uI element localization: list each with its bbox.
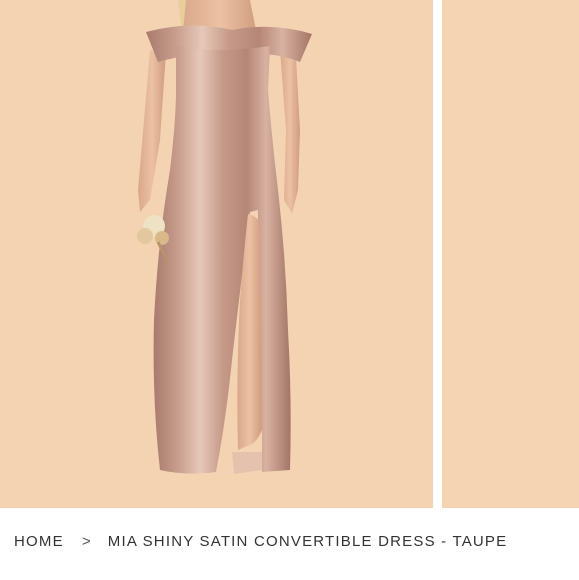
product-photo-next[interactable]: [442, 0, 579, 508]
product-page: HOME > MIA SHINY SATIN CONVERTIBLE DRESS…: [0, 0, 579, 580]
breadcrumb: HOME > MIA SHINY SATIN CONVERTIBLE DRESS…: [14, 530, 507, 552]
next-photo-preview: [442, 0, 579, 508]
breadcrumb-home-link[interactable]: HOME: [14, 533, 64, 550]
product-photo-main[interactable]: [0, 0, 433, 508]
breadcrumb-current-page: MIA SHINY SATIN CONVERTIBLE DRESS - TAUP…: [107, 532, 508, 550]
product-image-gallery[interactable]: [0, 0, 579, 508]
breadcrumb-separator: >: [81, 532, 92, 550]
dress-photo: [0, 0, 433, 508]
